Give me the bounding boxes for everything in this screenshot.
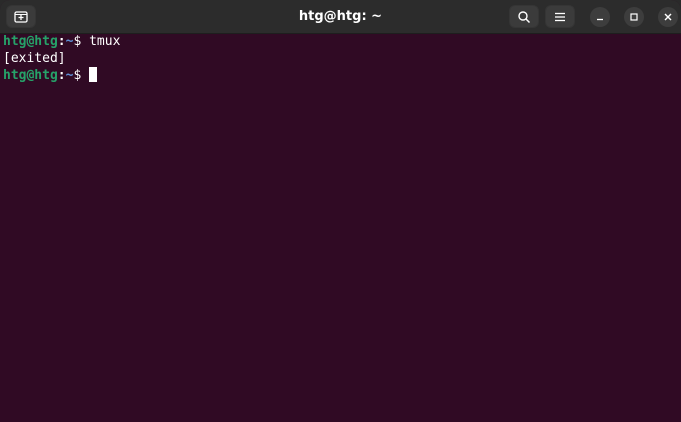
terminal-line: htg@htg:~$ tmux: [3, 34, 678, 51]
terminal-line: htg@htg:~$: [3, 67, 678, 84]
text-cursor: [89, 67, 98, 82]
prompt-user-host: htg@htg: [3, 34, 58, 49]
terminal-window: htg@htg: ~ htg@htg:~$ tmux [exited] htg@…: [0, 0, 681, 422]
titlebar[interactable]: htg@htg: ~: [0, 0, 681, 34]
menu-button[interactable]: [545, 5, 575, 28]
prompt-separator: :: [57, 68, 66, 83]
command-text: tmux: [89, 34, 121, 49]
prompt-separator: :: [57, 34, 66, 49]
window-title: htg@htg: ~: [298, 9, 383, 24]
close-button[interactable]: [658, 7, 678, 27]
prompt-symbol: $: [73, 68, 90, 83]
prompt-user-host: htg@htg: [3, 68, 58, 83]
minimize-button[interactable]: [590, 7, 610, 27]
terminal-output[interactable]: htg@htg:~$ tmux [exited] htg@htg:~$: [0, 34, 681, 422]
prompt-symbol: $: [73, 34, 90, 49]
maximize-button[interactable]: [624, 7, 644, 27]
search-button[interactable]: [509, 5, 539, 28]
output-text: [exited]: [3, 50, 66, 66]
terminal-line: [exited]: [3, 51, 678, 68]
